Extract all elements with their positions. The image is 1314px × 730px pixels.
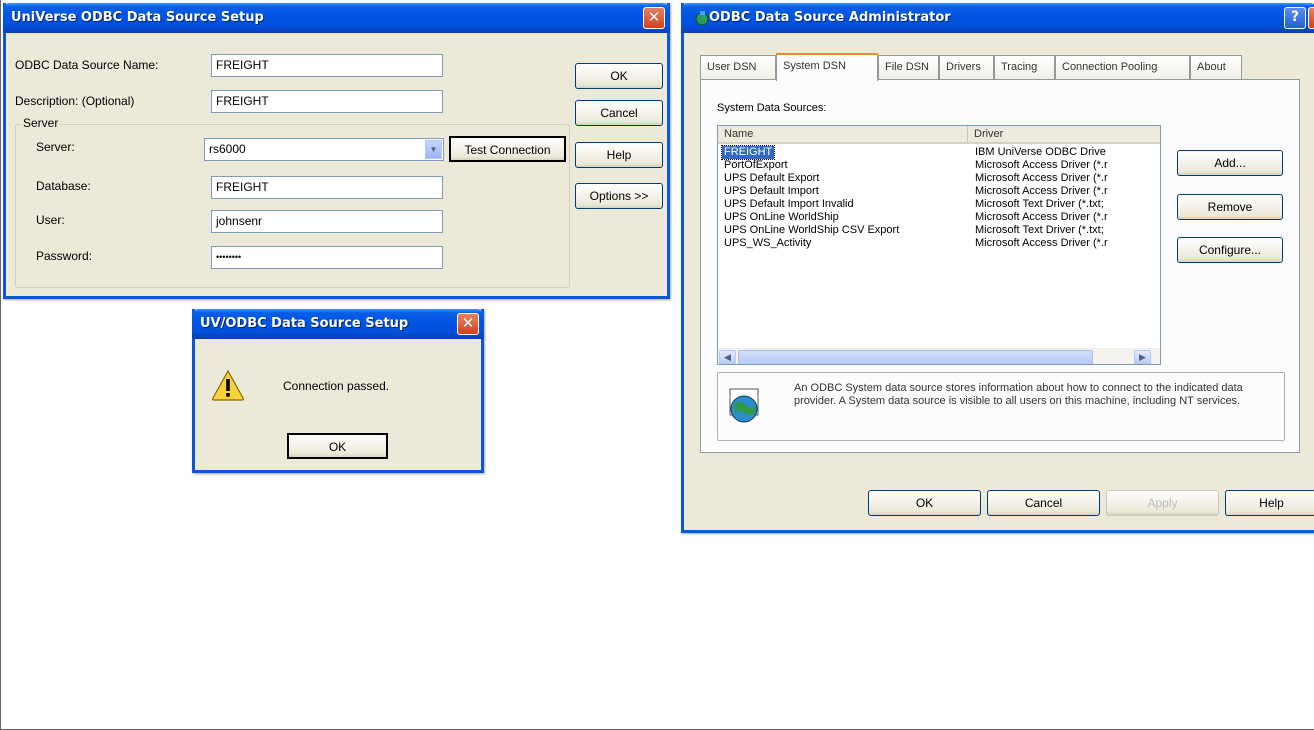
admin-ok-button[interactable]: OK (868, 490, 981, 516)
table-row[interactable]: UPS_WS_Activity Microsoft Access Driver … (718, 237, 1160, 250)
server-label: Server: (36, 140, 75, 154)
message-box-close-icon[interactable]: ✕ (457, 313, 479, 335)
scrollbar-thumb[interactable] (738, 350, 1093, 364)
info-text: An ODBC System data source stores inform… (794, 382, 1243, 407)
user-field[interactable]: johnsenr (211, 210, 443, 233)
user-label: User: (36, 213, 65, 227)
universe-setup-dialog: UniVerse ODBC Data Source Setup ✕ ODBC D… (3, 3, 670, 299)
row-driver: Microsoft Access Driver (*.r (975, 159, 1108, 171)
data-sources-list[interactable]: Name Driver FREIGHT IBM UniVerse ODBC Dr… (717, 125, 1161, 365)
scroll-left-icon[interactable]: ◀ (719, 350, 736, 364)
warning-icon (212, 369, 244, 401)
dsn-field[interactable]: FREIGHT (211, 54, 443, 77)
description-field[interactable]: FREIGHT (211, 90, 443, 113)
remove-button[interactable]: Remove (1177, 194, 1283, 220)
connection-message-box: UV/ODBC Data Source Setup ✕ Connection p… (192, 309, 484, 473)
password-field[interactable]: •••••••• (211, 246, 443, 269)
description-label: Description: (Optional) (15, 94, 135, 108)
message-box-title: UV/ODBC Data Source Setup (200, 316, 409, 331)
system-dsn-panel: System Data Sources: Name Driver FREIGHT… (700, 79, 1300, 453)
setup-dialog-titlebar[interactable]: UniVerse ODBC Data Source Setup (3, 3, 670, 33)
admin-dialog-title: ODBC Data Source Administrator (709, 10, 951, 25)
tab-connection-pooling[interactable]: Connection Pooling (1055, 55, 1190, 79)
setup-help-button[interactable]: Help (575, 142, 663, 168)
table-row[interactable]: UPS OnLine WorldShip CSV Export Microsof… (718, 224, 1160, 237)
message-box-titlebar[interactable]: UV/ODBC Data Source Setup (192, 309, 484, 339)
dsn-label: ODBC Data Source Name: (15, 58, 159, 72)
tab-about[interactable]: About (1190, 55, 1242, 79)
scroll-right-icon[interactable]: ▶ (1134, 350, 1151, 364)
row-name: PortOfExport (724, 159, 788, 171)
table-row[interactable]: UPS OnLine WorldShip Microsoft Access Dr… (718, 211, 1160, 224)
setup-dialog-title: UniVerse ODBC Data Source Setup (11, 10, 264, 25)
column-header-name[interactable]: Name (718, 126, 968, 144)
row-driver: Microsoft Text Driver (*.txt; (975, 198, 1104, 210)
setup-ok-button[interactable]: OK (575, 63, 663, 89)
setup-cancel-button[interactable]: Cancel (575, 100, 663, 126)
column-header-driver[interactable]: Driver (968, 126, 1160, 144)
admin-cancel-button[interactable]: Cancel (987, 490, 1100, 516)
admin-dialog-titlebar[interactable]: ODBC Data Source Administrator (681, 3, 1314, 33)
table-row[interactable]: UPS Default Export Microsoft Access Driv… (718, 172, 1160, 185)
row-driver: Microsoft Access Driver (*.r (975, 237, 1108, 249)
test-connection-button[interactable]: Test Connection (449, 136, 566, 162)
admin-help-button[interactable]: Help (1225, 490, 1314, 516)
tab-tracing[interactable]: Tracing (994, 55, 1055, 79)
odbc-administrator-dialog: ODBC Data Source Administrator ? ✕ User … (681, 3, 1314, 533)
options-button[interactable]: Options >> (575, 183, 663, 209)
table-row[interactable]: UPS Default Import Invalid Microsoft Tex… (718, 198, 1160, 211)
message-ok-button[interactable]: OK (287, 433, 388, 459)
chevron-down-icon[interactable]: ▼ (425, 140, 442, 159)
server-combo[interactable]: rs6000 ▼ (204, 138, 444, 161)
help-icon[interactable]: ? (1284, 7, 1306, 29)
tab-user-dsn[interactable]: User DSN (700, 55, 776, 79)
row-name: UPS Default Export (724, 172, 820, 184)
row-driver: Microsoft Access Driver (*.r (975, 185, 1108, 197)
setup-close-icon[interactable]: ✕ (643, 7, 665, 29)
horizontal-scrollbar[interactable]: ◀ ▶ (718, 348, 1160, 364)
row-driver: Microsoft Text Driver (*.txt; (975, 224, 1104, 236)
add-button[interactable]: Add... (1177, 150, 1283, 176)
admin-close-icon[interactable]: ✕ (1308, 7, 1314, 29)
password-label: Password: (36, 249, 93, 263)
tab-system-dsn[interactable]: System DSN (776, 53, 878, 81)
odbc-app-icon (695, 11, 709, 26)
row-name: UPS OnLine WorldShip (724, 211, 839, 223)
globe-icon (729, 388, 759, 423)
system-data-sources-label: System Data Sources: (717, 102, 827, 114)
row-name: UPS Default Import (724, 185, 819, 197)
info-panel: An ODBC System data source stores inform… (717, 372, 1285, 441)
row-driver: Microsoft Access Driver (*.r (975, 211, 1108, 223)
tab-file-dsn[interactable]: File DSN (878, 55, 939, 79)
database-label: Database: (36, 179, 91, 193)
row-name: FREIGHT (720, 145, 776, 160)
table-row[interactable]: UPS Default Import Microsoft Access Driv… (718, 185, 1160, 198)
row-name: UPS OnLine WorldShip CSV Export (724, 224, 900, 236)
table-row[interactable]: PortOfExport Microsoft Access Driver (*.… (718, 159, 1160, 172)
apply-button[interactable]: Apply (1106, 490, 1219, 516)
row-name: UPS Default Import Invalid (724, 198, 854, 210)
message-text: Connection passed. (283, 379, 390, 393)
tab-drivers[interactable]: Drivers (939, 55, 994, 79)
row-driver: IBM UniVerse ODBC Drive (975, 146, 1106, 158)
table-row[interactable]: FREIGHT IBM UniVerse ODBC Drive (718, 145, 1160, 160)
configure-button[interactable]: Configure... (1177, 237, 1283, 263)
row-name: UPS_WS_Activity (724, 237, 812, 249)
database-field[interactable]: FREIGHT (211, 176, 443, 199)
server-value: rs6000 (209, 142, 246, 156)
row-driver: Microsoft Access Driver (*.r (975, 172, 1108, 184)
server-group-label: Server (21, 116, 61, 130)
